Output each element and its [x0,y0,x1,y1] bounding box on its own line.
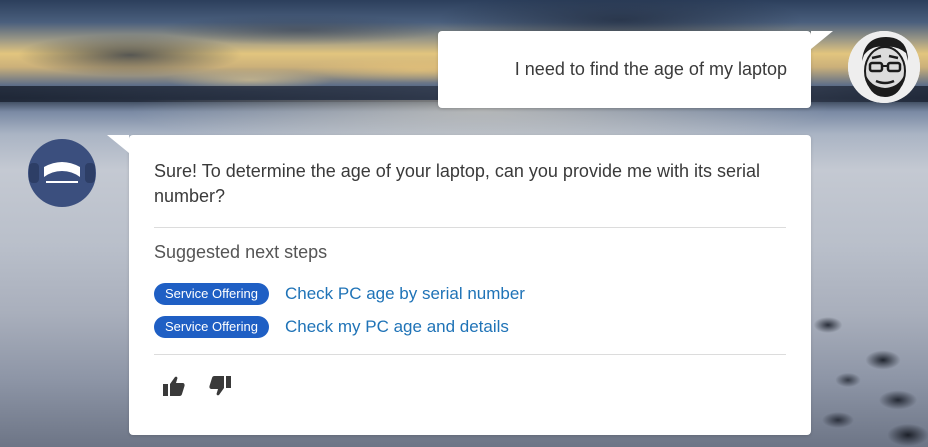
bot-avatar-graphic [28,139,96,207]
suggestion-item[interactable]: Service Offering Check PC age by serial … [154,283,786,305]
suggestion-link-check-pc-age-serial[interactable]: Check PC age by serial number [285,284,525,304]
user-message-bubble: I need to find the age of my laptop [438,31,833,108]
suggestion-link-check-pc-age-details[interactable]: Check my PC age and details [285,317,509,337]
user-avatar [848,31,920,103]
bot-message-text: Sure! To determine the age of your lapto… [154,161,760,206]
thumbs-up-icon[interactable] [162,375,186,397]
thumbs-down-icon[interactable] [208,375,232,397]
user-avatar-illustration [848,31,920,103]
bot-message-card: Sure! To determine the age of your lapto… [107,135,811,435]
user-message-text: I need to find the age of my laptop [514,59,787,79]
bot-avatar-icon [26,137,98,209]
service-offering-badge: Service Offering [154,283,269,305]
divider [154,227,786,228]
suggested-steps-title: Suggested next steps [154,242,328,262]
service-offering-badge: Service Offering [154,316,269,338]
chat-window: I need to find the age of my laptop Sure… [0,0,928,447]
suggestion-item[interactable]: Service Offering Check my PC age and det… [154,316,786,338]
divider [154,354,786,355]
feedback-controls [162,375,786,397]
